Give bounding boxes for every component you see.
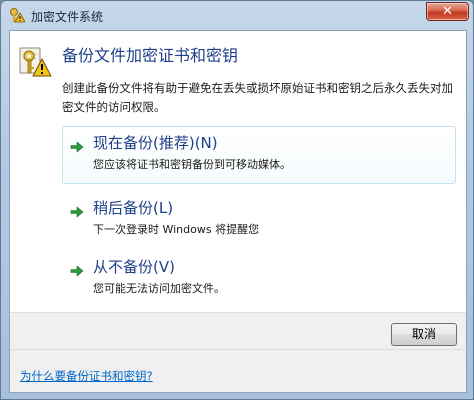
option-subtitle: 下一次登录时 Windows 将提醒您 — [93, 223, 260, 236]
option-title: 现在备份(推荐)(N) — [93, 134, 218, 152]
dialog-client-area: 备份文件加密证书和密钥 创建此备份文件将有助于避免在丢失或损坏原始证书和密钥之后… — [9, 30, 467, 393]
green-arrow-icon — [69, 204, 85, 220]
green-arrow-icon — [69, 139, 85, 155]
button-area: 取消 — [10, 312, 466, 349]
green-arrow-icon — [69, 263, 85, 279]
option-title: 稍后备份(L) — [93, 199, 174, 217]
cancel-button[interactable]: 取消 — [391, 323, 457, 346]
option-subtitle: 您可能无法访问加密文件。 — [93, 282, 225, 295]
efs-dialog-window: 加密文件系统 ✕ 备份文件加密证书和密钥 创建此备份文件将有助于避免在丢失或损坏… — [0, 0, 474, 400]
title-bar[interactable]: 加密文件系统 ✕ — [1, 1, 473, 29]
dialog-footer: 为什么要备份证书和密钥? — [10, 349, 466, 392]
window-title: 加密文件系统 — [31, 10, 104, 24]
certificate-key-icon — [18, 45, 52, 79]
help-link[interactable]: 为什么要备份证书和密钥? — [20, 368, 153, 384]
option-never-backup[interactable]: 从不备份(V) 您可能无法访问加密文件。 — [62, 250, 456, 308]
option-backup-now[interactable]: 现在备份(推荐)(N) 您应该将证书和密钥备份到可移动媒体。 — [62, 126, 456, 184]
key-warning-icon — [9, 7, 26, 23]
option-backup-later[interactable]: 稍后备份(L) 下一次登录时 Windows 将提醒您 — [62, 191, 456, 249]
dialog-description: 创建此备份文件将有助于避免在丢失或损坏原始证书和密钥之后永久丢失对加密文件的访问… — [62, 81, 453, 114]
dialog-content: 备份文件加密证书和密钥 创建此备份文件将有助于避免在丢失或损坏原始证书和密钥之后… — [10, 31, 466, 312]
option-subtitle: 您应该将证书和密钥备份到可移动媒体。 — [93, 158, 291, 171]
dialog-heading: 备份文件加密证书和密钥 — [62, 46, 239, 65]
close-button[interactable]: ✕ — [426, 2, 469, 21]
option-title: 从不备份(V) — [93, 258, 175, 276]
